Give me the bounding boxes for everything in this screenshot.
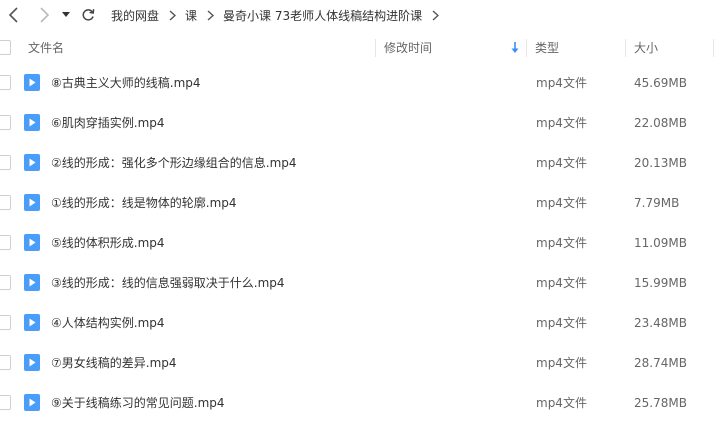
video-file-icon	[24, 194, 40, 211]
file-row[interactable]: ⑦男女线稿的差异.mp4 mp4文件 28.74MB	[0, 343, 725, 383]
chevron-right-icon	[165, 8, 179, 22]
file-name[interactable]: ⑥肌肉穿插实例.mp4	[51, 103, 165, 143]
sort-arrow-down-icon[interactable]	[511, 42, 519, 54]
file-size: 20.13MB	[634, 156, 687, 170]
file-type: mp4文件	[536, 356, 587, 370]
file-list: ⑧古典主义大师的线稿.mp4 mp4文件 45.69MB ⑥肌肉穿插实例.mp4 mp4…	[0, 63, 725, 423]
file-type: mp4文件	[536, 156, 587, 170]
column-divider[interactable]	[625, 39, 626, 57]
column-header-type[interactable]: 类型	[535, 33, 559, 63]
file-row[interactable]: ⑤线的体积形成.mp4 mp4文件 11.09MB	[0, 223, 725, 263]
back-button[interactable]	[3, 4, 25, 26]
video-file-icon	[24, 74, 40, 91]
video-file-icon	[24, 154, 40, 171]
file-row[interactable]: ④人体结构实例.mp4 mp4文件 23.48MB	[0, 303, 725, 343]
video-file-icon	[24, 234, 40, 251]
column-header-size[interactable]: 大小	[634, 33, 658, 63]
row-checkbox[interactable]	[0, 155, 11, 170]
column-header-name[interactable]: 文件名	[28, 33, 64, 63]
video-file-icon	[24, 114, 40, 131]
history-dropdown-button[interactable]	[59, 4, 73, 26]
file-type: mp4文件	[536, 316, 587, 330]
breadcrumb-item-current-folder[interactable]: 曼奇小课 73老师人体线稿结构进阶课	[223, 7, 422, 24]
file-list-header: 文件名 修改时间 类型 大小	[0, 33, 725, 63]
column-header-modified[interactable]: 修改时间	[384, 33, 432, 63]
video-file-icon	[24, 394, 40, 411]
file-size: 15.99MB	[634, 276, 687, 290]
row-checkbox[interactable]	[0, 115, 11, 130]
chevron-right-icon	[428, 8, 442, 22]
file-size: 45.69MB	[634, 76, 687, 90]
file-size: 22.08MB	[634, 116, 687, 130]
file-size: 7.79MB	[634, 196, 680, 210]
refresh-icon	[82, 9, 95, 21]
file-type: mp4文件	[536, 236, 587, 250]
forward-button[interactable]	[33, 4, 55, 26]
file-name[interactable]: ⑤线的体积形成.mp4	[51, 223, 165, 263]
chevron-left-icon	[8, 7, 18, 23]
file-type: mp4文件	[536, 196, 587, 210]
column-divider[interactable]	[375, 39, 376, 57]
row-checkbox[interactable]	[0, 235, 11, 250]
row-checkbox[interactable]	[0, 355, 11, 370]
file-size: 28.74MB	[634, 356, 687, 370]
select-all-checkbox[interactable]	[0, 40, 11, 55]
row-checkbox[interactable]	[0, 75, 11, 90]
video-file-icon	[24, 314, 40, 331]
file-type: mp4文件	[536, 396, 587, 410]
file-name[interactable]: ①线的形成：线是物体的轮廓.mp4	[51, 183, 237, 223]
video-file-icon	[24, 274, 40, 291]
file-row[interactable]: ⑧古典主义大师的线稿.mp4 mp4文件 45.69MB	[0, 63, 725, 103]
file-row[interactable]: ②线的形成：强化多个形边缘组合的信息.mp4 mp4文件 20.13MB	[0, 143, 725, 183]
refresh-button[interactable]	[77, 4, 99, 26]
file-name[interactable]: ③线的形成：线的信息强弱取决于什么.mp4	[51, 263, 285, 303]
file-name[interactable]: ⑧古典主义大师的线稿.mp4	[51, 63, 201, 103]
file-row[interactable]: ①线的形成：线是物体的轮廓.mp4 mp4文件 7.79MB	[0, 183, 725, 223]
row-checkbox[interactable]	[0, 315, 11, 330]
row-checkbox[interactable]	[0, 195, 11, 210]
file-type: mp4文件	[536, 116, 587, 130]
column-divider[interactable]	[526, 39, 527, 57]
file-size: 23.48MB	[634, 316, 687, 330]
chevron-right-icon	[40, 7, 50, 23]
chevron-right-icon	[203, 8, 217, 22]
file-type: mp4文件	[536, 276, 587, 290]
file-name[interactable]: ④人体结构实例.mp4	[51, 303, 165, 343]
breadcrumb-item-root[interactable]: 我的网盘	[111, 7, 159, 24]
video-file-icon	[24, 354, 40, 371]
file-name[interactable]: ⑨关于线稿练习的常见问题.mp4	[51, 383, 225, 423]
row-checkbox[interactable]	[0, 275, 11, 290]
row-checkbox[interactable]	[0, 395, 11, 410]
column-divider[interactable]	[713, 39, 714, 57]
file-row[interactable]: ③线的形成：线的信息强弱取决于什么.mp4 mp4文件 15.99MB	[0, 263, 725, 303]
file-name[interactable]: ②线的形成：强化多个形边缘组合的信息.mp4	[51, 143, 297, 183]
breadcrumb-item-course[interactable]: 课	[185, 7, 197, 24]
file-row[interactable]: ⑨关于线稿练习的常见问题.mp4 mp4文件 25.78MB	[0, 383, 725, 423]
file-size: 11.09MB	[634, 236, 687, 250]
file-name[interactable]: ⑦男女线稿的差异.mp4	[51, 343, 177, 383]
caret-down-icon	[62, 12, 70, 17]
file-type: mp4文件	[536, 76, 587, 90]
breadcrumb: 我的网盘 课 曼奇小课 73老师人体线稿结构进阶课	[111, 4, 448, 26]
navigation-bar: 我的网盘 课 曼奇小课 73老师人体线稿结构进阶课	[0, 0, 725, 30]
file-size: 25.78MB	[634, 396, 687, 410]
file-row[interactable]: ⑥肌肉穿插实例.mp4 mp4文件 22.08MB	[0, 103, 725, 143]
